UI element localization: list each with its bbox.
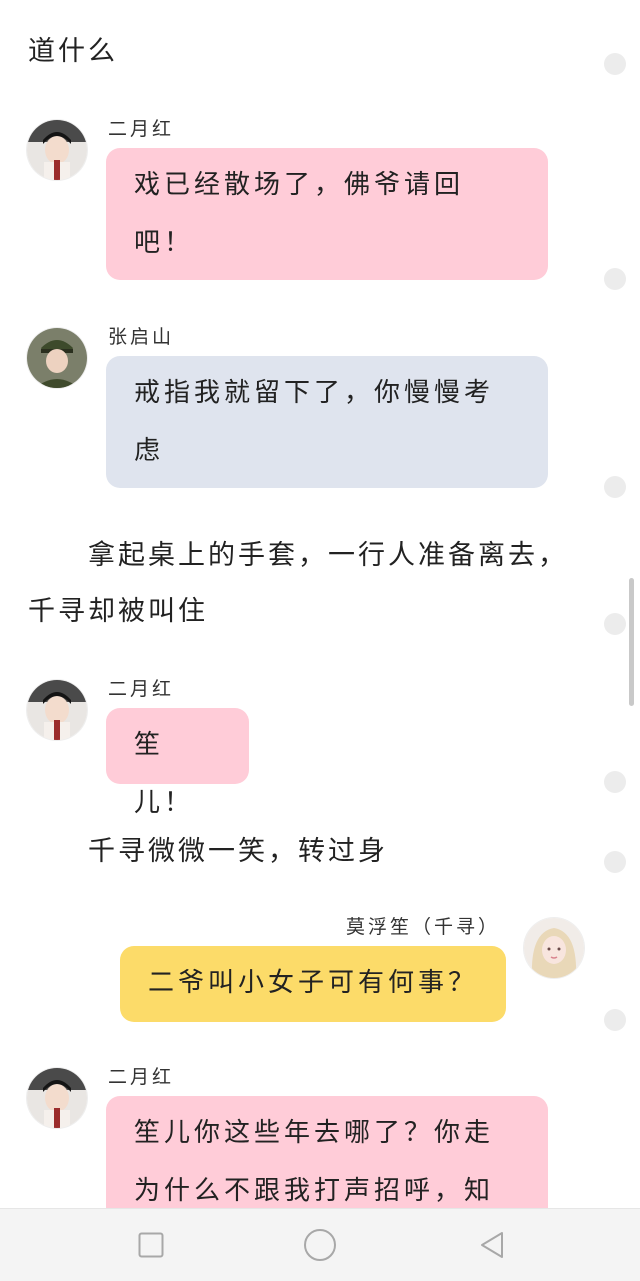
message-line: 笙儿！: [134, 730, 195, 818]
comment-dot[interactable]: [604, 476, 626, 498]
message-line: 戒指我就留下了，你慢慢考: [134, 378, 495, 408]
comment-dot[interactable]: [604, 53, 626, 75]
circle-icon[interactable]: [302, 1227, 338, 1263]
scrollbar[interactable]: [629, 578, 634, 706]
narration-line: 千寻却被叫住: [28, 596, 208, 627]
narration-line: 千寻微微一笑，转过身: [88, 836, 388, 867]
comment-dot[interactable]: [604, 771, 626, 793]
speaker-name: 二月红: [108, 678, 175, 700]
speaker-name: 莫浮笙（千寻）: [346, 916, 501, 938]
triangle-back-icon[interactable]: [474, 1227, 510, 1263]
message-bubble[interactable]: 笙儿！: [106, 708, 249, 818]
comment-dot[interactable]: [604, 268, 626, 290]
message-line: 戏已经散场了，佛爷请回: [134, 170, 465, 200]
avatar-er-yue-hong[interactable]: [27, 1068, 87, 1128]
comment-dot[interactable]: [604, 851, 626, 873]
avatar-er-yue-hong[interactable]: [27, 120, 87, 180]
message-bubble[interactable]: 二爷叫小女子可有何事？: [120, 946, 506, 1022]
message-bubble[interactable]: 笙儿你这些年去哪了？你走 为什么不跟我打声招呼，知: [106, 1096, 548, 1208]
avatar-qian-xun[interactable]: [524, 918, 584, 978]
message-line: 虑: [134, 436, 165, 466]
message-bubble[interactable]: 戒指我就留下了，你慢慢考 虑: [106, 356, 548, 488]
narration-top: 道什么: [28, 36, 118, 67]
speaker-name: 张启山: [108, 326, 175, 348]
message-line: 吧！: [134, 228, 195, 258]
comment-dot[interactable]: [604, 1009, 626, 1031]
avatar-er-yue-hong[interactable]: [27, 680, 87, 740]
narration-line: 拿起桌上的手套，一行人准备离去，: [88, 540, 568, 571]
message-line: 笙儿你这些年去哪了？你走: [134, 1118, 495, 1148]
chat-story-content[interactable]: 道什么 二月红 戏已经散场了，佛爷请回 吧！ 张启山 戒指我就留下了，你慢慢考 …: [0, 0, 640, 1208]
square-icon[interactable]: [133, 1227, 169, 1263]
message-line: 为什么不跟我打声招呼，知: [134, 1176, 495, 1206]
navigation-bar: [0, 1208, 640, 1281]
comment-dot[interactable]: [604, 613, 626, 635]
message-bubble[interactable]: 戏已经散场了，佛爷请回 吧！: [106, 148, 548, 280]
message-line: 二爷叫小女子可有何事？: [148, 968, 479, 998]
avatar-zhang-qi-shan[interactable]: [27, 328, 87, 388]
speaker-name: 二月红: [108, 1066, 175, 1088]
speaker-name: 二月红: [108, 118, 175, 140]
